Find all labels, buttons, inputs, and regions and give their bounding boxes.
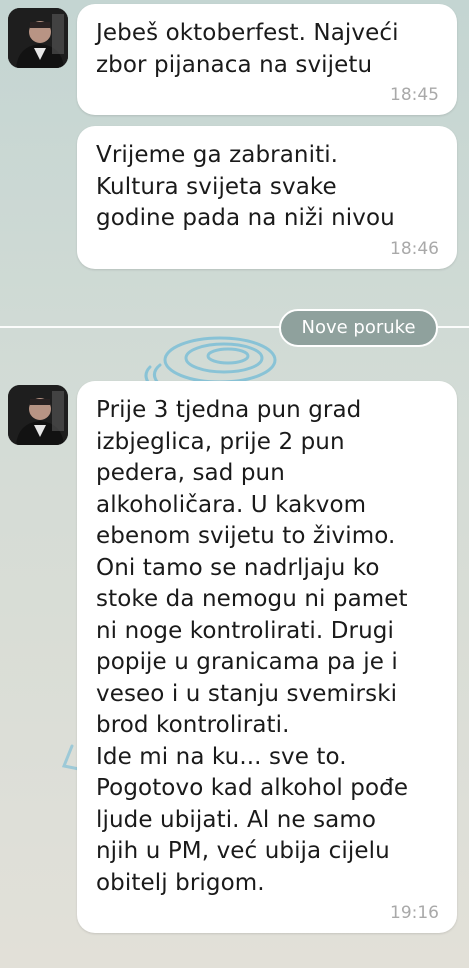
message-bubble[interactable]: Vrijeme ga zabraniti. Kultura svijeta sv… — [77, 126, 457, 269]
message-timestamp: 18:46 — [390, 238, 439, 259]
message-text: Vrijeme ga zabraniti. Kultura svijeta sv… — [96, 142, 395, 231]
message-bubble[interactable]: Jebeš oktoberfest. Najveći zbor pijanaca… — [77, 4, 457, 115]
message-timestamp: 18:45 — [390, 85, 439, 105]
user-photo-icon — [8, 385, 68, 445]
message-timestamp: 19:16 — [390, 903, 439, 923]
message-text: Jebeš oktoberfest. Najveći zbor pijanaca… — [96, 20, 399, 78]
avatar[interactable] — [8, 8, 68, 68]
avatar[interactable] — [8, 385, 68, 445]
user-photo-icon — [8, 8, 68, 68]
message-text: Prije 3 tjedna pun grad izbjeglica, prij… — [96, 397, 409, 896]
message-bubble[interactable]: Prije 3 tjedna pun grad izbjeglica, prij… — [77, 381, 457, 933]
new-messages-badge: Nove poruke — [279, 309, 438, 347]
